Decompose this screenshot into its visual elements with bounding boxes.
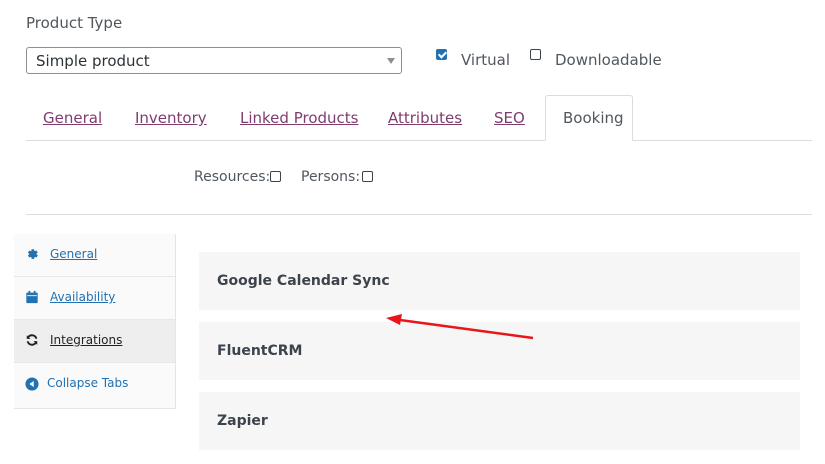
sidebar-item-label: Integrations <box>50 333 123 347</box>
tab-attributes[interactable]: Attributes <box>388 109 462 127</box>
tab-linked-products[interactable]: Linked Products <box>240 109 358 127</box>
tab-booking[interactable]: Booking <box>545 95 633 141</box>
persons-label: Persons: <box>301 169 361 185</box>
booking-sidebar: General Availability Integrations Collap… <box>14 234 176 409</box>
sync-icon <box>26 334 38 346</box>
sidebar-item-label: Collapse Tabs <box>47 376 129 390</box>
sidebar-item-collapse-tabs[interactable]: Collapse Tabs <box>14 363 175 406</box>
tab-general[interactable]: General <box>43 109 102 127</box>
product-type-select[interactable]: Simple product <box>26 47 402 74</box>
sidebar-item-integrations[interactable]: Integrations <box>14 320 175 363</box>
sidebar-item-label: General <box>50 247 98 261</box>
sidebar-item-general[interactable]: General <box>14 234 175 277</box>
tab-inventory[interactable]: Inventory <box>135 109 207 127</box>
product-type-value: Simple product <box>36 52 150 70</box>
integration-title: Zapier <box>217 413 268 429</box>
chevron-down-icon <box>387 58 395 64</box>
section-divider <box>26 214 812 215</box>
integration-title: FluentCRM <box>217 343 303 359</box>
gear-icon <box>28 249 38 259</box>
annotation-arrow <box>386 314 534 340</box>
resources-label: Resources: <box>194 169 271 185</box>
tab-seo[interactable]: SEO <box>494 109 525 127</box>
integration-panel-google-calendar[interactable]: Google Calendar Sync <box>199 252 800 310</box>
sidebar-item-label: Availability <box>50 290 116 304</box>
resources-checkbox[interactable] <box>270 171 281 182</box>
downloadable-label: Downloadable <box>555 51 662 69</box>
tab-booking-label: Booking <box>563 109 624 127</box>
integration-panel-zapier[interactable]: Zapier <box>199 392 800 450</box>
product-type-label: Product Type <box>26 14 123 32</box>
tabs-divider <box>26 140 812 141</box>
integration-title: Google Calendar Sync <box>217 273 390 289</box>
virtual-label: Virtual <box>461 51 511 69</box>
persons-checkbox[interactable] <box>362 171 373 182</box>
sidebar-item-availability[interactable]: Availability <box>14 277 175 320</box>
collapse-left-icon <box>25 377 39 391</box>
downloadable-checkbox[interactable] <box>530 49 541 60</box>
virtual-checkbox[interactable] <box>436 49 447 60</box>
calendar-icon <box>26 290 38 304</box>
